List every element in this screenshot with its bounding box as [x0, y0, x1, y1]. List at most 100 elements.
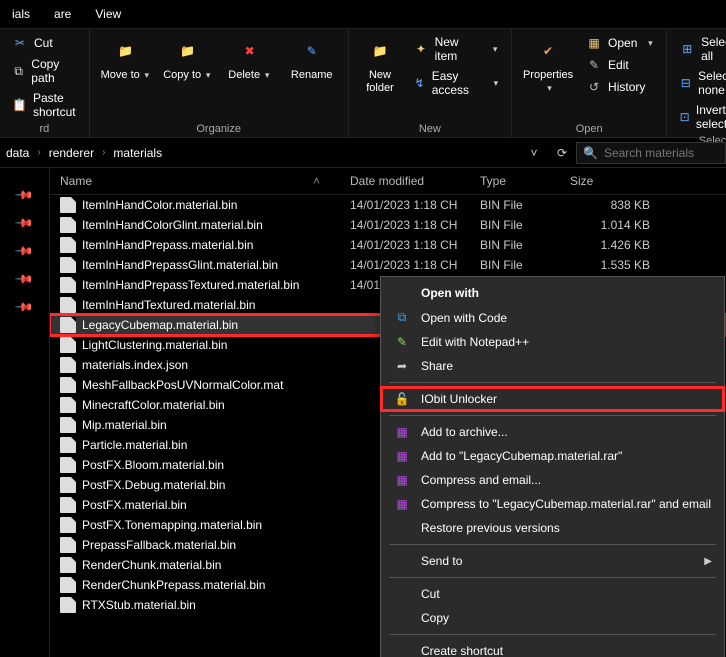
column-date[interactable]: Date modified [350, 174, 480, 188]
paste-shortcut-icon: 📋 [12, 97, 27, 113]
file-icon [60, 217, 76, 233]
chevron-down-icon: ▾ [646, 38, 654, 49]
file-type: BIN File [480, 238, 570, 252]
pin-icon[interactable]: 📌 [14, 185, 34, 205]
file-name: PrepassFallback.material.bin [82, 538, 236, 552]
ctx-share[interactable]: ➦Share [381, 354, 724, 378]
ctx-add-archive[interactable]: ▦Add to archive... [381, 420, 724, 444]
ctx-copy[interactable]: Copy [381, 606, 724, 630]
move-to-button[interactable]: 📁Move to▾ [98, 33, 154, 86]
file-icon [60, 557, 76, 573]
file-icon [60, 397, 76, 413]
refresh-button[interactable]: ⟳ [548, 146, 576, 160]
chevron-down-icon: ▾ [491, 44, 499, 55]
file-date: 14/01/2023 1:18 CH [350, 258, 480, 272]
copy-path-icon: ⧉ [12, 63, 25, 79]
history-button[interactable]: ↺History [582, 77, 658, 97]
breadcrumb[interactable]: data › renderer › materials [0, 146, 168, 160]
cut-label: Cut [34, 36, 53, 50]
file-name: ItemInHandPrepassTextured.material.bin [82, 278, 299, 292]
invert-selection-button[interactable]: ⊡Invert selection [675, 101, 726, 133]
pin-icon[interactable]: 📌 [14, 269, 34, 289]
file-name: PostFX.Bloom.material.bin [82, 458, 224, 472]
ctx-iobit-unlocker[interactable]: 🔓IObit Unlocker [381, 387, 724, 411]
file-name: Mip.material.bin [82, 418, 167, 432]
easy-access-button[interactable]: ↯Easy access▾ [409, 67, 503, 99]
select-none-label: Select none [698, 69, 726, 97]
copy-to-button[interactable]: 📁Copy to▾ [160, 33, 216, 86]
properties-icon: ✔ [534, 37, 562, 65]
column-headers[interactable]: Name˄ Date modified Type Size [50, 168, 726, 195]
sort-indicator-icon: ˄ [313, 174, 320, 188]
ctx-add-rar[interactable]: ▦Add to "LegacyCubemap.material.rar" [381, 444, 724, 468]
ctx-compress-email[interactable]: ▦Compress and email... [381, 468, 724, 492]
file-type: BIN File [480, 218, 570, 232]
open-icon: ▦ [586, 35, 602, 51]
breadcrumb-item[interactable]: data [6, 146, 29, 160]
file-icon [60, 297, 76, 313]
cut-button[interactable]: ✂Cut [8, 33, 81, 53]
ctx-open-with-code[interactable]: ⧉Open with Code [381, 305, 724, 330]
ribbon-group-clipboard: ✂Cut ⧉Copy path 📋Paste shortcut rd [0, 29, 90, 137]
properties-button[interactable]: ✔Properties▾ [520, 33, 576, 99]
new-folder-button[interactable]: 📁New folder [357, 33, 404, 99]
copy-to-icon: 📁 [174, 37, 202, 65]
search-placeholder: Search materials [604, 146, 694, 160]
file-icon [60, 517, 76, 533]
column-name[interactable]: Name˄ [60, 174, 350, 188]
paste-shortcut-button[interactable]: 📋Paste shortcut [8, 89, 81, 121]
file-icon [60, 277, 76, 293]
new-item-label: New item [435, 35, 483, 63]
ctx-restore-versions[interactable]: Restore previous versions [381, 516, 724, 540]
ctx-cut[interactable]: Cut [381, 582, 724, 606]
address-dropdown[interactable]: ˅ [520, 146, 548, 160]
table-row[interactable]: ItemInHandPrepass.material.bin14/01/2023… [50, 235, 726, 255]
file-name: ItemInHandColor.material.bin [82, 198, 237, 212]
open-label: Open [608, 36, 637, 50]
breadcrumb-item[interactable]: renderer [49, 146, 94, 160]
easy-access-label: Easy access [432, 69, 484, 97]
table-row[interactable]: ItemInHandPrepassGlint.material.bin14/01… [50, 255, 726, 275]
open-button[interactable]: ▦ Open ▾ [582, 33, 658, 53]
edit-label: Edit [608, 58, 629, 72]
pin-icon[interactable]: 📌 [14, 297, 34, 317]
context-menu: Open with ⧉Open with Code ✎Edit with Not… [380, 276, 725, 657]
delete-button[interactable]: ✖Delete▾ [222, 33, 278, 86]
ctx-separator [389, 634, 716, 635]
edit-button[interactable]: ✎Edit [582, 55, 658, 75]
ctx-send-to[interactable]: Send to▶ [381, 549, 724, 573]
ctx-compress-to-email[interactable]: ▦Compress to "LegacyCubemap.material.rar… [381, 492, 724, 516]
ribbon-group-open-label: Open [520, 121, 658, 135]
search-input[interactable]: 🔍 Search materials [576, 142, 726, 164]
ctx-create-shortcut[interactable]: Create shortcut [381, 639, 724, 657]
title-tabs: ials are View [0, 0, 726, 28]
new-item-icon: ✦ [413, 41, 428, 57]
tab-view[interactable]: View [83, 1, 133, 27]
delete-icon: ✖ [236, 37, 264, 65]
rename-label: Rename [291, 69, 333, 82]
column-type[interactable]: Type [480, 174, 570, 188]
file-icon [60, 437, 76, 453]
file-icon [60, 477, 76, 493]
pin-icon[interactable]: 📌 [14, 241, 34, 261]
file-icon [60, 337, 76, 353]
pin-icon[interactable]: 📌 [14, 213, 34, 233]
copy-path-button[interactable]: ⧉Copy path [8, 55, 81, 87]
rename-button[interactable]: ✎Rename [284, 33, 340, 86]
select-all-button[interactable]: ⊞Select all [675, 33, 726, 65]
table-row[interactable]: ItemInHandColor.material.bin14/01/2023 1… [50, 195, 726, 215]
share-icon: ➦ [393, 359, 411, 373]
table-row[interactable]: ItemInHandColorGlint.material.bin14/01/2… [50, 215, 726, 235]
refresh-icon: ⟳ [557, 146, 567, 160]
tab-partial[interactable]: ials [0, 1, 42, 27]
column-size[interactable]: Size [570, 174, 660, 188]
chevron-right-icon: › [98, 147, 109, 158]
breadcrumb-item[interactable]: materials [113, 146, 162, 160]
archive-icon: ▦ [393, 473, 411, 487]
file-name: RenderChunkPrepass.material.bin [82, 578, 265, 592]
ctx-open-with[interactable]: Open with [381, 281, 724, 305]
ctx-edit-notepadpp[interactable]: ✎Edit with Notepad++ [381, 330, 724, 354]
new-item-button[interactable]: ✦ New item ▾ [409, 33, 503, 65]
select-none-button[interactable]: ⊟Select none [675, 67, 726, 99]
tab-share[interactable]: are [42, 1, 83, 27]
